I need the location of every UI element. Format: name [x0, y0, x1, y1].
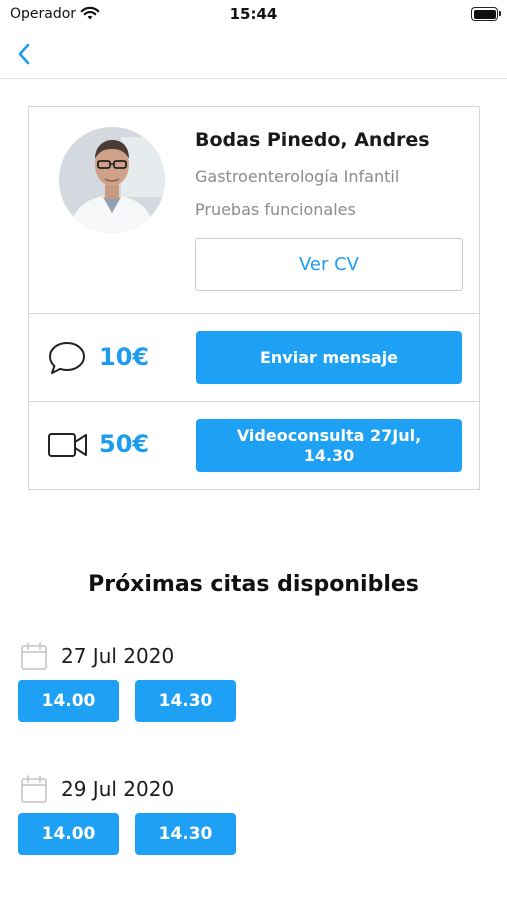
calendar-icon	[21, 642, 47, 670]
doctor-photo	[59, 127, 165, 233]
video-row: 50€ Videoconsulta 27Jul, 14.30	[29, 402, 479, 490]
appointment-day: 27 Jul 2020 14.00 14.30	[18, 640, 478, 730]
day-header: 29 Jul 2020	[20, 773, 174, 805]
chevron-left-icon	[18, 43, 30, 65]
doctor-card: Bodas Pinedo, Andres Gastroenterología I…	[28, 106, 480, 490]
time-slot-button[interactable]: 14.30	[135, 813, 236, 855]
status-bar: Operador 15:44	[0, 0, 507, 30]
message-price: 10€	[99, 343, 150, 371]
day-header: 27 Jul 2020	[20, 640, 174, 672]
chat-bubble-icon	[49, 342, 85, 374]
time-slot-button[interactable]: 14.00	[18, 680, 119, 722]
navigation-bar	[0, 30, 507, 79]
doctor-subspecialty: Pruebas funcionales	[195, 200, 356, 219]
doctor-name: Bodas Pinedo, Andres	[195, 129, 430, 151]
status-time: 15:44	[229, 5, 278, 23]
view-cv-button[interactable]: Ver CV	[195, 238, 463, 291]
time-slot-button[interactable]: 14.00	[18, 813, 119, 855]
video-consult-button[interactable]: Videoconsulta 27Jul, 14.30	[196, 419, 462, 472]
video-camera-icon	[48, 433, 87, 457]
doctor-profile: Bodas Pinedo, Andres Gastroenterología I…	[29, 107, 479, 314]
appointments-title: Próximas citas disponibles	[88, 572, 419, 597]
day-date: 27 Jul 2020	[61, 644, 175, 668]
send-message-button[interactable]: Enviar mensaje	[196, 331, 462, 384]
time-slot-button[interactable]: 14.30	[135, 680, 236, 722]
back-button[interactable]	[14, 40, 34, 68]
calendar-icon	[21, 775, 47, 803]
video-price: 50€	[99, 430, 150, 458]
battery-icon	[471, 7, 501, 21]
doctor-specialty: Gastroenterología Infantil	[195, 167, 400, 186]
day-date: 29 Jul 2020	[61, 777, 175, 801]
appointment-day: 29 Jul 2020 14.00 14.30	[18, 773, 478, 863]
avatar	[59, 127, 165, 233]
message-row: 10€ Enviar mensaje	[29, 314, 479, 402]
